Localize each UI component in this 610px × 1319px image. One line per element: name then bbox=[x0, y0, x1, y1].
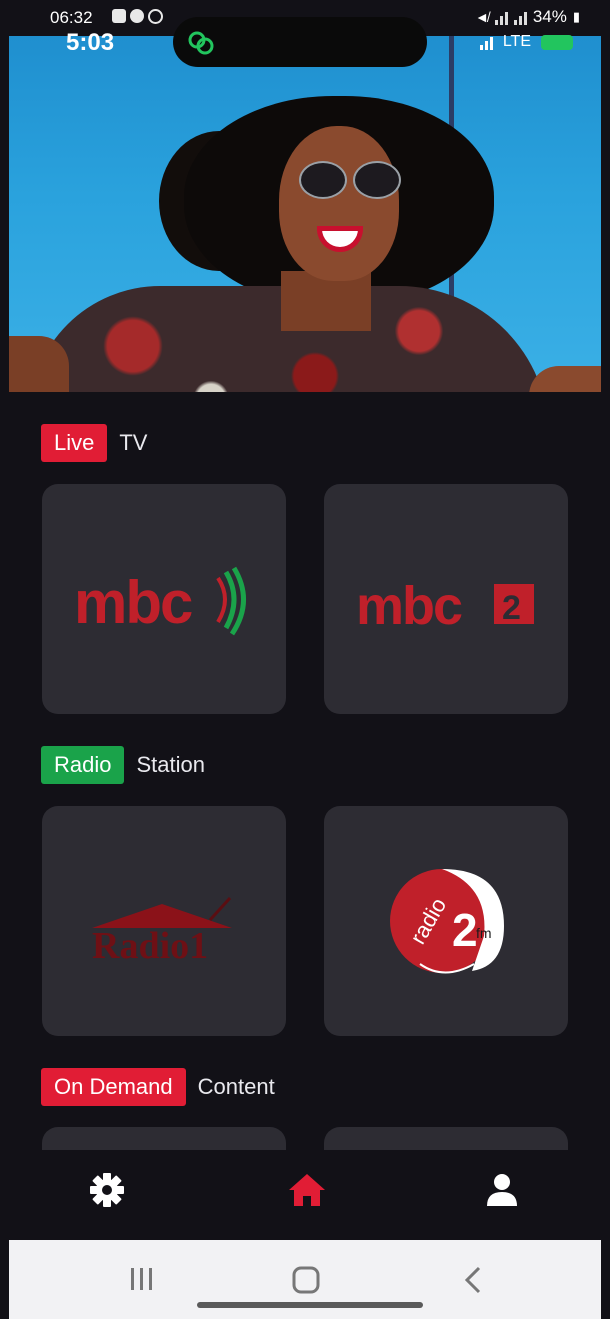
mbc2-badge: 2 bbox=[502, 589, 521, 627]
section-title: Station bbox=[136, 752, 205, 777]
signal-icon-2 bbox=[513, 10, 527, 25]
app-screen: 06:32 ◄̸ 34% ▮ 5:03 LTE Live TV mbc mbc … bbox=[0, 0, 610, 1319]
notification-icons bbox=[112, 9, 163, 24]
radio1-brand: Radio1 bbox=[92, 925, 208, 967]
channel-card-mbc1[interactable]: mbc bbox=[42, 484, 286, 714]
profile-button[interactable] bbox=[480, 1168, 524, 1212]
section-tag: On Demand bbox=[41, 1068, 186, 1106]
app-status-bar: 5:03 LTE bbox=[9, 17, 601, 76]
gesture-bar[interactable] bbox=[197, 1302, 423, 1308]
battery-icon: ▮ bbox=[572, 9, 580, 24]
whatsapp-icon bbox=[148, 9, 163, 24]
radio1-logo: Radio1 bbox=[92, 896, 232, 967]
link-icon bbox=[188, 31, 214, 55]
radio2-badge: 2 bbox=[452, 904, 478, 956]
app-system-icons: LTE bbox=[479, 33, 573, 51]
home-button[interactable] bbox=[285, 1168, 329, 1212]
recent-apps-icon[interactable] bbox=[127, 1266, 157, 1292]
profile-icon bbox=[487, 1174, 517, 1206]
mbc2-logo: mbc 2 bbox=[356, 576, 534, 636]
home-icon bbox=[289, 1174, 325, 1206]
app-clock: 5:03 bbox=[66, 29, 115, 56]
section-title: TV bbox=[119, 430, 148, 455]
radio2-logo: radio 2 fm bbox=[390, 869, 504, 974]
station-card-radio1[interactable]: Radio1 bbox=[42, 806, 286, 1036]
channel-card-mbc2[interactable]: mbc 2 bbox=[324, 484, 568, 714]
back-icon[interactable] bbox=[461, 1266, 485, 1294]
home-system-icon[interactable] bbox=[291, 1266, 321, 1294]
device-system-icons: ◄̸ 34% ▮ bbox=[475, 7, 580, 27]
mbc2-brand: mbc bbox=[356, 576, 462, 636]
signal-icon bbox=[494, 10, 508, 25]
settings-button[interactable] bbox=[85, 1168, 129, 1212]
bottom-navigation bbox=[0, 1150, 610, 1240]
battery-charging-icon bbox=[541, 34, 573, 50]
section-tag: Radio bbox=[41, 746, 125, 784]
mute-icon: ◄̸ bbox=[474, 9, 489, 25]
system-navigation-bar bbox=[9, 1240, 601, 1319]
network-label: LTE bbox=[502, 33, 531, 50]
section-on-demand: On Demand Content bbox=[41, 1068, 275, 1106]
section-live-tv: Live TV bbox=[41, 424, 147, 462]
gallery-icon bbox=[112, 9, 126, 23]
hero-image bbox=[9, 36, 601, 392]
sunglasses bbox=[299, 161, 401, 199]
battery-text: 34% bbox=[532, 7, 567, 26]
message-icon bbox=[130, 9, 144, 23]
section-title: Content bbox=[197, 1074, 275, 1099]
device-clock: 06:32 bbox=[50, 8, 93, 27]
radio2-suffix: fm bbox=[476, 925, 492, 941]
station-card-radio2[interactable]: radio 2 fm bbox=[324, 806, 568, 1036]
settings-icon bbox=[90, 1173, 124, 1207]
section-tag: Live bbox=[41, 424, 108, 462]
dynamic-island bbox=[173, 17, 427, 67]
cell-signal-icon bbox=[479, 35, 493, 50]
mbc1-logo: mbc bbox=[74, 566, 246, 636]
section-radio-station: Radio Station bbox=[41, 746, 205, 784]
mbc1-brand: mbc bbox=[74, 569, 192, 636]
